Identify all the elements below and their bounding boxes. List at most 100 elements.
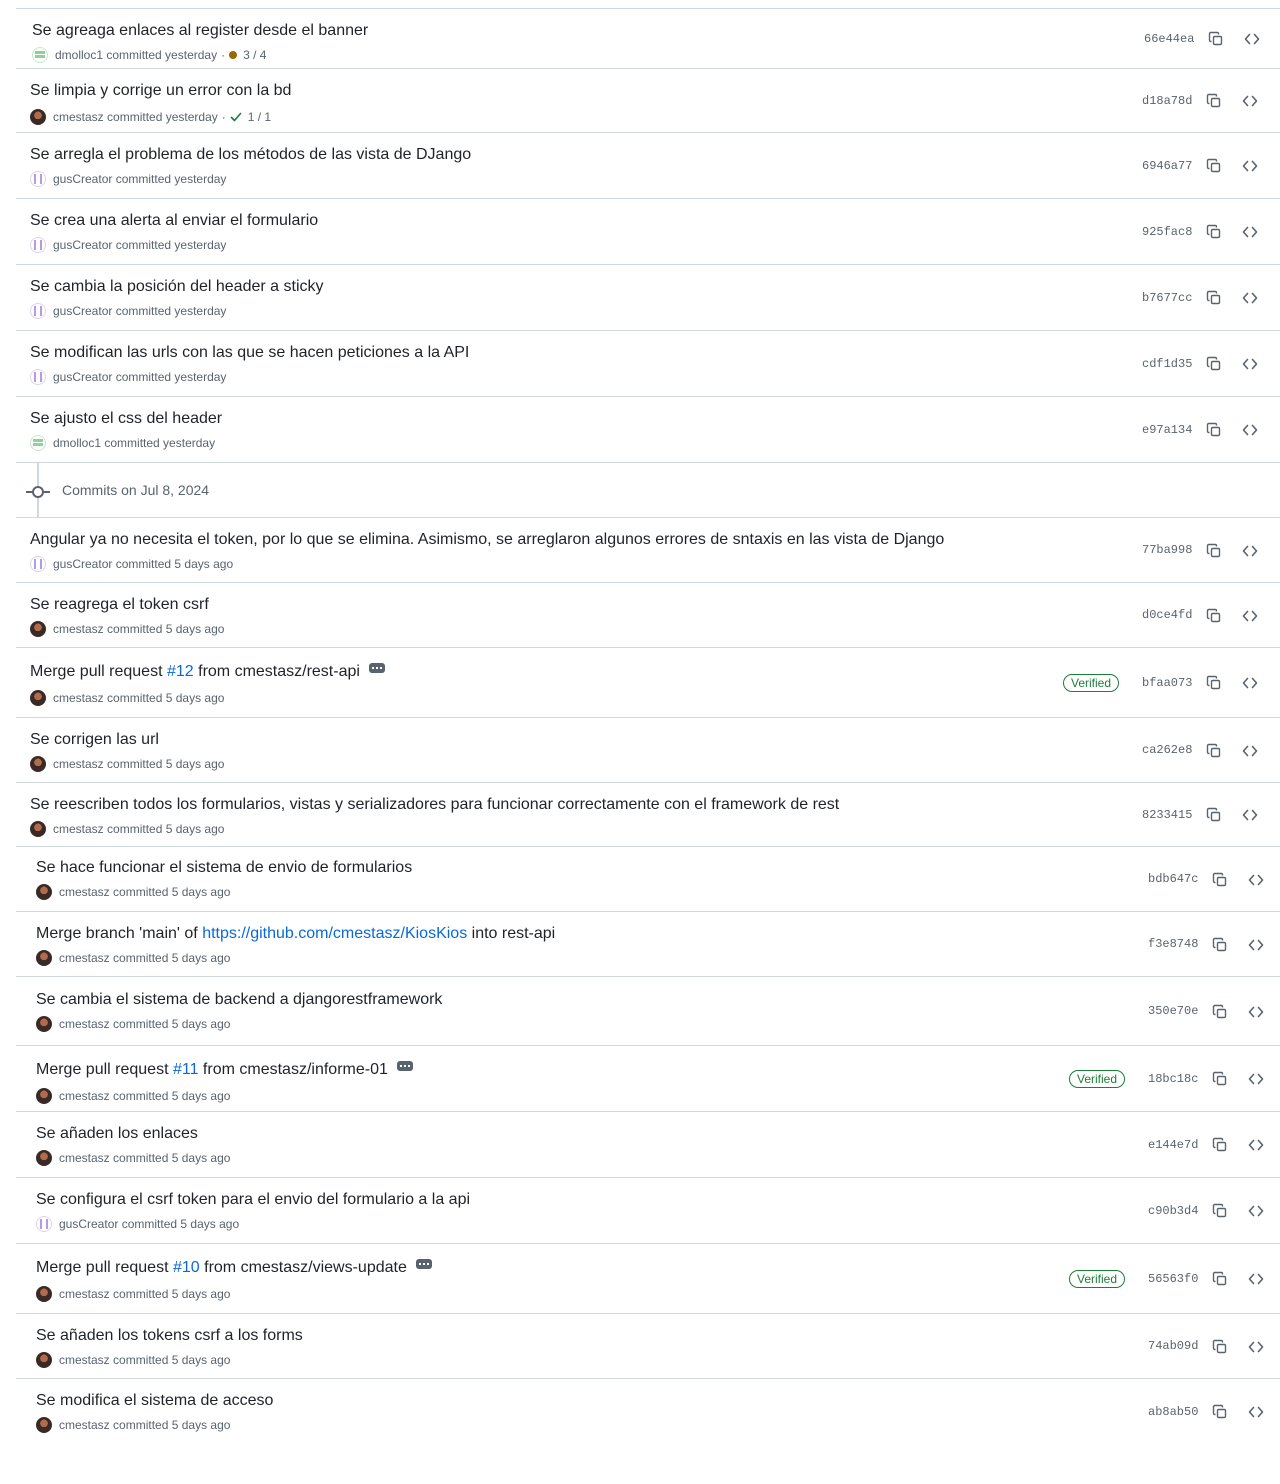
avatar[interactable] [30, 435, 46, 451]
avatar[interactable] [30, 303, 46, 319]
commit-author[interactable]: cmestasz [59, 1286, 110, 1302]
copy-icon[interactable] [1210, 1337, 1230, 1357]
copy-icon[interactable] [1210, 1402, 1230, 1422]
commit-author[interactable]: gusCreator [53, 556, 112, 572]
ellipsis-icon[interactable] [396, 1060, 413, 1071]
avatar[interactable] [30, 821, 46, 837]
copy-icon[interactable] [1204, 91, 1224, 111]
commit-author[interactable]: cmestasz [53, 690, 104, 706]
avatar[interactable] [36, 884, 52, 900]
copy-icon[interactable] [1210, 935, 1230, 955]
code-icon[interactable] [1240, 541, 1260, 561]
commit-link[interactable]: #12 [167, 663, 194, 680]
copy-icon[interactable] [1204, 354, 1224, 374]
copy-icon[interactable] [1210, 1269, 1230, 1289]
commit-title[interactable]: Se crea una alerta al enviar el formular… [30, 211, 318, 231]
ellipsis-icon[interactable] [415, 1258, 432, 1269]
commit-title[interactable]: Merge pull request #10 from cmestasz/vie… [36, 1258, 432, 1278]
copy-icon[interactable] [1210, 870, 1230, 890]
commit-sha[interactable]: f3e8748 [1148, 912, 1198, 976]
commit-author[interactable]: cmestasz [53, 756, 104, 772]
code-icon[interactable] [1240, 91, 1260, 111]
commit-author[interactable]: cmestasz [59, 1150, 110, 1166]
avatar[interactable] [36, 1088, 52, 1104]
code-icon[interactable] [1240, 673, 1260, 693]
commit-title[interactable]: Merge pull request #11 from cmestasz/inf… [36, 1060, 413, 1080]
commit-sha[interactable]: 350e70e [1148, 977, 1198, 1045]
code-icon[interactable] [1246, 1201, 1266, 1221]
commit-title[interactable]: Se hace funcionar el sistema de envio de… [36, 858, 412, 878]
copy-icon[interactable] [1210, 1201, 1230, 1221]
copy-icon[interactable] [1204, 805, 1224, 825]
commit-sha[interactable]: c90b3d4 [1148, 1178, 1198, 1243]
code-icon[interactable] [1246, 1402, 1266, 1422]
avatar[interactable] [30, 756, 46, 772]
avatar[interactable] [30, 690, 46, 706]
commit-author[interactable]: gusCreator [53, 237, 112, 253]
commit-title[interactable]: Merge pull request #12 from cmestasz/res… [30, 662, 385, 682]
commit-title[interactable]: Se ajusto el css del header [30, 409, 222, 429]
commit-title-text[interactable]: into rest-api [467, 925, 556, 942]
copy-icon[interactable] [1204, 288, 1224, 308]
copy-icon[interactable] [1210, 1069, 1230, 1089]
commit-title[interactable]: Se modifican las urls con las que se hac… [30, 343, 469, 363]
dot-icon[interactable] [229, 51, 238, 59]
code-icon[interactable] [1246, 870, 1266, 890]
code-icon[interactable] [1246, 1135, 1266, 1155]
commit-sha[interactable]: b7677cc [1142, 265, 1192, 330]
code-icon[interactable] [1240, 420, 1260, 440]
code-icon[interactable] [1240, 156, 1260, 176]
avatar[interactable] [36, 1016, 52, 1032]
checks-count[interactable]: 3 / 4 [243, 47, 266, 63]
commit-title-text[interactable]: Merge pull request [36, 1061, 173, 1078]
commit-title[interactable]: Se cambia el sistema de backend a django… [36, 990, 442, 1010]
commit-title[interactable]: Merge branch 'main' of https://github.co… [36, 924, 555, 944]
copy-icon[interactable] [1210, 1002, 1230, 1022]
commit-title-text[interactable]: from cmestasz/rest-api [194, 663, 360, 680]
verified-badge[interactable]: Verified [1069, 1270, 1126, 1288]
commit-sha[interactable]: d0ce4fd [1142, 583, 1192, 647]
commit-author[interactable]: gusCreator [53, 171, 112, 187]
code-icon[interactable] [1240, 805, 1260, 825]
avatar[interactable] [30, 621, 46, 637]
code-icon[interactable] [1246, 1269, 1266, 1289]
commit-author[interactable]: cmestasz [59, 1016, 110, 1032]
commit-author[interactable]: cmestasz [59, 950, 110, 966]
copy-icon[interactable] [1204, 741, 1224, 761]
commit-title-text[interactable]: Merge pull request [36, 1259, 173, 1276]
commit-author[interactable]: cmestasz [59, 1417, 110, 1433]
commit-title[interactable]: Se modifica el sistema de acceso [36, 1391, 273, 1411]
commit-sha[interactable]: 66e44ea [1144, 9, 1194, 68]
commit-author[interactable]: dmolloc1 [55, 47, 103, 63]
avatar[interactable] [30, 171, 46, 187]
avatar[interactable] [32, 47, 48, 63]
avatar[interactable] [36, 950, 52, 966]
commit-title-text[interactable]: Merge branch 'main' of [36, 925, 202, 942]
commit-sha[interactable]: 925fac8 [1142, 199, 1192, 264]
commit-title[interactable]: Se arregla el problema de los métodos de… [30, 145, 471, 165]
commit-sha[interactable]: ca262e8 [1142, 718, 1192, 782]
commit-title[interactable]: Se agreaga enlaces al register desde el … [32, 21, 368, 41]
commit-author[interactable]: cmestasz [53, 109, 104, 125]
commit-author[interactable]: dmolloc1 [53, 435, 101, 451]
code-icon[interactable] [1246, 1337, 1266, 1357]
avatar[interactable] [30, 109, 46, 125]
avatar[interactable] [36, 1352, 52, 1368]
code-icon[interactable] [1246, 1069, 1266, 1089]
commit-sha[interactable]: 8233415 [1142, 783, 1192, 846]
avatar[interactable] [30, 237, 46, 253]
commit-sha[interactable]: 77ba998 [1142, 518, 1192, 582]
commit-author[interactable]: cmestasz [59, 1352, 110, 1368]
ellipsis-icon[interactable] [368, 662, 385, 673]
commit-author[interactable]: cmestasz [53, 821, 104, 837]
commit-title[interactable]: Se reagrega el token csrf [30, 595, 209, 615]
code-icon[interactable] [1242, 29, 1262, 49]
commit-title[interactable]: Angular ya no necesita el token, por lo … [30, 530, 944, 550]
code-icon[interactable] [1240, 741, 1260, 761]
commit-title[interactable]: Se reescriben todos los formularios, vis… [30, 795, 839, 815]
code-icon[interactable] [1240, 606, 1260, 626]
commit-title[interactable]: Se configura el csrf token para el envio… [36, 1190, 470, 1210]
commit-title[interactable]: Se añaden los enlaces [36, 1124, 198, 1144]
commit-sha[interactable]: 6946a77 [1142, 133, 1192, 198]
avatar[interactable] [36, 1150, 52, 1166]
